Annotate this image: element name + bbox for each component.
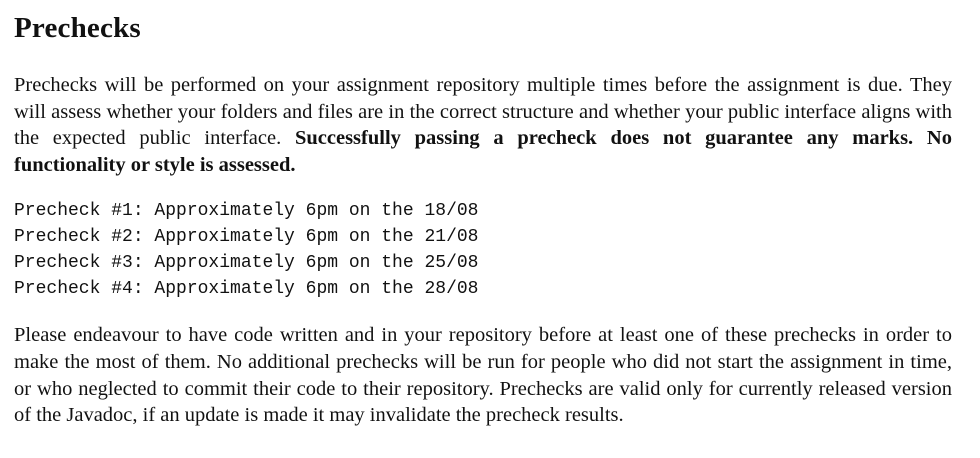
- schedule-line: Precheck #4: Approximately 6pm on the 28…: [14, 279, 479, 300]
- closing-paragraph: Please endeavour to have code written an…: [14, 324, 952, 427]
- intro-paragraph: Prechecks will be performed on your assi…: [14, 72, 952, 178]
- document-page: Prechecks Prechecks will be performed on…: [14, 0, 952, 429]
- schedule-line: Precheck #2: Approximately 6pm on the 21…: [14, 227, 479, 248]
- schedule-line: Precheck #3: Approximately 6pm on the 25…: [14, 253, 479, 274]
- schedule-line: Precheck #1: Approximately 6pm on the 18…: [14, 201, 479, 222]
- precheck-schedule: Precheck #1: Approximately 6pm on the 18…: [14, 198, 952, 302]
- section-heading: Prechecks: [14, 12, 141, 44]
